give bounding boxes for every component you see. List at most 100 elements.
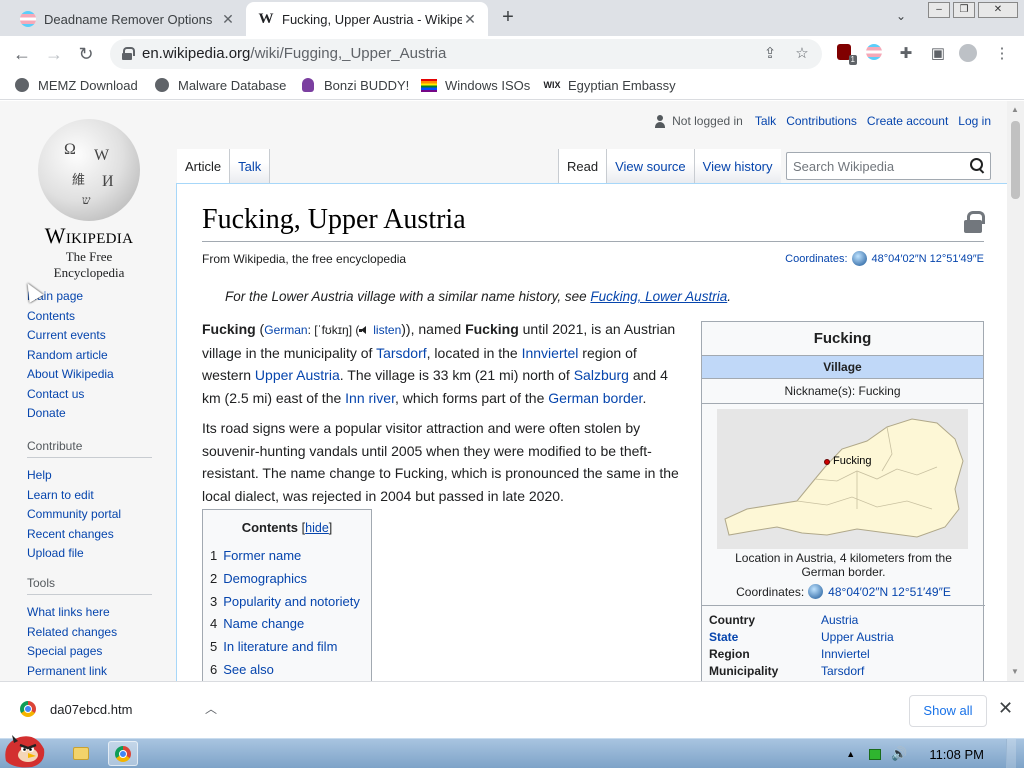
create-account-link[interactable]: Create account bbox=[867, 114, 948, 128]
sidebar-item-learn-to-edit[interactable]: Learn to edit bbox=[27, 486, 152, 506]
bookmark-memz[interactable]: MEMZ Download bbox=[14, 77, 138, 93]
menu-kebab-icon[interactable]: ⋮ bbox=[992, 44, 1012, 64]
log-in-link[interactable]: Log in bbox=[958, 114, 991, 128]
toc-item[interactable]: 4 Name change bbox=[210, 613, 364, 636]
toc-item[interactable]: 5 In literature and film bbox=[210, 636, 364, 659]
sidebar-item-help[interactable]: Help bbox=[27, 466, 152, 486]
sidebar-item-recent-changes[interactable]: Recent changes bbox=[27, 525, 152, 545]
sidebar-item-contents[interactable]: Contents bbox=[27, 307, 114, 327]
salzburg-link[interactable]: Salzburg bbox=[574, 367, 629, 383]
sidebar-item-random-article[interactable]: Random article bbox=[27, 346, 114, 366]
search-input[interactable] bbox=[793, 157, 963, 175]
infobox-value-link[interactable]: Austria bbox=[821, 612, 858, 629]
listen-link[interactable]: listen bbox=[373, 323, 401, 337]
tab-read[interactable]: Read bbox=[558, 149, 608, 183]
scrollbar-thumb[interactable] bbox=[1011, 121, 1020, 199]
tab-view-history[interactable]: View history bbox=[694, 149, 781, 183]
upper-austria-link[interactable]: Upper Austria bbox=[255, 367, 340, 383]
restore-button[interactable]: ❐ bbox=[953, 2, 975, 18]
coordinates-link[interactable]: 48°04′02″N 12°51′49″E bbox=[828, 585, 951, 599]
bookmark-windows-isos[interactable]: Windows ISOs bbox=[421, 77, 530, 93]
tab-close-icon[interactable]: ✕ bbox=[462, 11, 478, 27]
lock-icon[interactable] bbox=[122, 47, 135, 60]
toc-item[interactable]: 2 Demographics bbox=[210, 568, 364, 591]
tray-expand-icon[interactable]: ▲ bbox=[846, 749, 855, 759]
toc-hide-link[interactable]: hide bbox=[305, 521, 329, 535]
tarsdorf-link[interactable]: Tarsdorf bbox=[376, 345, 427, 361]
profile-avatar-icon[interactable] bbox=[958, 44, 978, 64]
sidebar-item-special-pages[interactable]: Special pages bbox=[27, 642, 152, 662]
toc-item[interactable]: 6 See also bbox=[210, 659, 364, 681]
german-border-link[interactable]: German border bbox=[548, 390, 642, 406]
bold-term: Fucking bbox=[202, 321, 256, 337]
tab-search-chevron-icon[interactable]: ⌄ bbox=[896, 9, 906, 23]
chevron-up-icon[interactable]: ︿ bbox=[205, 700, 217, 717]
angry-bird-start-icon[interactable] bbox=[2, 731, 46, 768]
page-scrollbar[interactable]: ▲ ▼ bbox=[1007, 101, 1024, 681]
sidebar-item-related-changes[interactable]: Related changes bbox=[27, 623, 152, 643]
infobox-value-link[interactable]: Tarsdorf bbox=[821, 663, 864, 680]
back-button[interactable]: ← bbox=[10, 42, 34, 66]
chrome-taskbar-button[interactable] bbox=[108, 741, 138, 766]
search-icon[interactable] bbox=[970, 158, 984, 172]
globe-icon[interactable] bbox=[851, 251, 867, 266]
address-bar[interactable]: en.wikipedia.org/wiki/Fugging,_Upper_Aus… bbox=[110, 39, 822, 69]
tab-talk[interactable]: Talk bbox=[230, 149, 271, 183]
sidebar-item-donate[interactable]: Donate bbox=[27, 404, 114, 424]
volume-icon[interactable]: 🔊 bbox=[891, 746, 907, 762]
bookmark-malware-database[interactable]: Malware Database bbox=[154, 77, 286, 93]
download-item[interactable]: da07ebcd.htm bbox=[20, 701, 132, 717]
tab-wikipedia[interactable]: W Fucking, Upper Austria - Wikipedia ✕ bbox=[246, 2, 488, 36]
sidebar-item-contact-us[interactable]: Contact us bbox=[27, 385, 114, 405]
ublock-extension-icon[interactable]: 1 bbox=[834, 44, 857, 65]
show-all-button[interactable]: Show all bbox=[909, 695, 987, 727]
scroll-up-icon[interactable]: ▲ bbox=[1011, 105, 1019, 114]
side-panel-icon[interactable]: ▣ bbox=[928, 44, 948, 64]
innviertel-link[interactable]: Innviertel bbox=[522, 345, 579, 361]
german-link[interactable]: German bbox=[264, 323, 307, 337]
globe-icon[interactable] bbox=[808, 584, 824, 599]
austria-location-map[interactable]: Fucking bbox=[717, 409, 968, 549]
wikipedia-logo[interactable]: Ω W 維 И ש Wikipedia The Free Encyclopedi… bbox=[30, 119, 148, 281]
talk-link[interactable]: Talk bbox=[755, 114, 776, 128]
coordinates-value[interactable]: 48°04′02″N 12°51′49″E bbox=[872, 253, 984, 265]
sidebar-item-community-portal[interactable]: Community portal bbox=[27, 505, 152, 525]
bookmark-egyptian-embassy[interactable]: WIX Egyptian Embassy bbox=[544, 77, 676, 93]
contributions-link[interactable]: Contributions bbox=[786, 114, 857, 128]
toc-item[interactable]: 3 Popularity and notoriety bbox=[210, 591, 364, 614]
tab-close-icon[interactable]: ✕ bbox=[220, 11, 236, 27]
speaker-icon[interactable] bbox=[359, 326, 369, 335]
protection-lock-icon[interactable] bbox=[964, 211, 985, 233]
infobox-key[interactable]: State bbox=[709, 629, 821, 646]
hatnote-link[interactable]: Fucking, Lower Austria bbox=[590, 289, 727, 304]
tab-view-source[interactable]: View source bbox=[607, 149, 695, 183]
infobox-value-link[interactable]: Upper Austria bbox=[821, 629, 894, 646]
share-icon[interactable]: ⇪ bbox=[760, 44, 780, 64]
close-window-button[interactable]: ✕ bbox=[978, 2, 1018, 18]
sidebar-item-about-wikipedia[interactable]: About Wikipedia bbox=[27, 365, 114, 385]
tab-article[interactable]: Article bbox=[177, 149, 231, 183]
inn-river-link[interactable]: Inn river bbox=[345, 390, 395, 406]
minimize-button[interactable]: – bbox=[928, 2, 950, 18]
trans-flag-extension-icon[interactable] bbox=[864, 44, 884, 64]
file-explorer-taskbar-button[interactable] bbox=[66, 741, 96, 766]
sidebar-item-what-links-here[interactable]: What links here bbox=[27, 603, 152, 623]
infobox-value-link[interactable]: Innviertel bbox=[821, 646, 870, 663]
sidebar-item-upload-file[interactable]: Upload file bbox=[27, 544, 152, 564]
show-desktop-button[interactable] bbox=[1006, 739, 1016, 768]
new-tab-button[interactable]: + bbox=[498, 7, 518, 28]
toc-item[interactable]: 1 Former name bbox=[210, 545, 364, 568]
reload-button[interactable]: ↻ bbox=[74, 42, 98, 66]
forward-button[interactable]: → bbox=[42, 42, 66, 66]
clock[interactable]: 11:08 PM bbox=[929, 747, 984, 762]
bookmark-bonzi-buddy[interactable]: Bonzi BUDDY! bbox=[300, 77, 409, 93]
sidebar-item-permanent-link[interactable]: Permanent link bbox=[27, 662, 152, 682]
puzzle-extensions-icon[interactable]: ✚ bbox=[896, 44, 916, 64]
coordinates-label[interactable]: Coordinates: bbox=[785, 253, 847, 265]
tab-deadname-remover[interactable]: Deadname Remover Options ✕ bbox=[8, 2, 246, 36]
bookmark-star-icon[interactable]: ☆ bbox=[792, 44, 812, 64]
sidebar-item-current-events[interactable]: Current events bbox=[27, 326, 114, 346]
close-download-bar-icon[interactable]: ✕ bbox=[998, 698, 1013, 719]
battery-icon[interactable] bbox=[869, 748, 882, 760]
scroll-down-icon[interactable]: ▼ bbox=[1011, 667, 1019, 676]
